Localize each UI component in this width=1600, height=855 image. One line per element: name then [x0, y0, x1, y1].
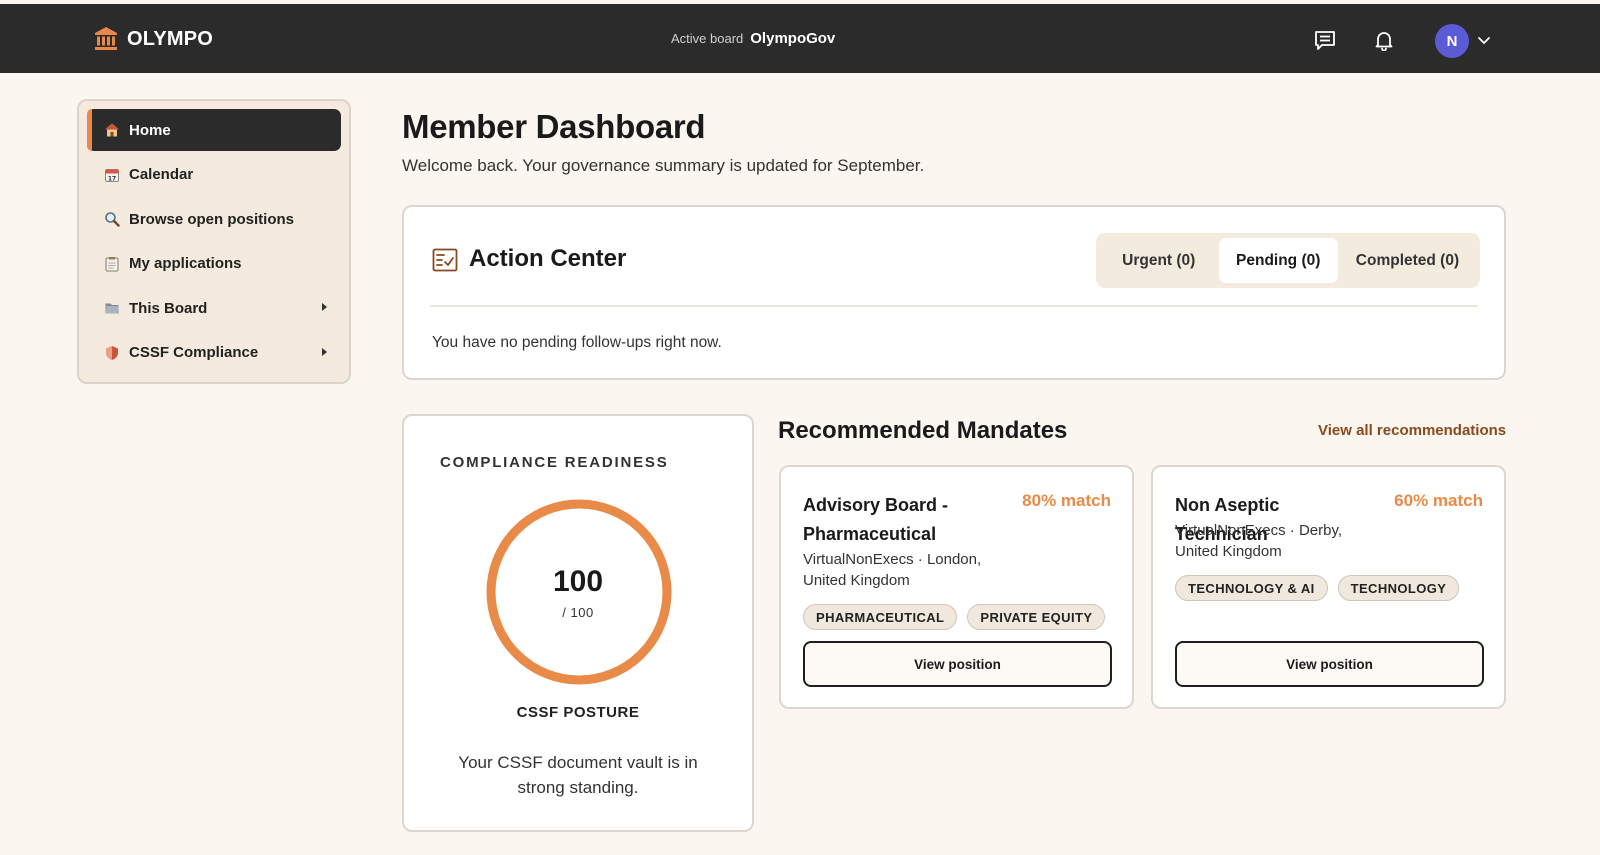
sidebar-item-home[interactable]: Home — [87, 109, 341, 151]
tab-urgent[interactable]: Urgent (0) — [1101, 238, 1217, 283]
compliance-heading: COMPLIANCE READINESS — [440, 454, 669, 471]
posture-label: CSSF POSTURE — [516, 704, 640, 721]
action-center-title: Action Center — [469, 245, 627, 272]
sidebar-nav: Home 17 Calendar Browse open positions M… — [77, 99, 351, 384]
building-columns-icon — [94, 26, 118, 52]
mandate-tags: PHARMACEUTICAL PRIVATE EQUITY — [803, 604, 1106, 630]
mandate-meta: VirtualNonExecs · London, United Kingdom — [803, 551, 982, 589]
tag: TECHNOLOGY & AI — [1175, 575, 1328, 601]
sidebar-item-cssf-compliance[interactable]: CSSF Compliance — [87, 332, 341, 374]
tag: PRIVATE EQUITY — [967, 604, 1106, 630]
sidebar-item-label: CSSF Compliance — [129, 344, 259, 361]
tag: TECHNOLOGY — [1337, 575, 1460, 601]
sidebar-item-this-board[interactable]: This Board — [87, 287, 341, 329]
page-title: Member Dashboard — [402, 108, 706, 145]
view-position-button[interactable]: View position — [803, 641, 1112, 687]
sidebar-item-label: This Board — [129, 299, 208, 317]
sidebar-item-label: Calendar — [129, 166, 194, 183]
tab-completed[interactable]: Completed (0) — [1340, 238, 1475, 283]
empty-state-message: You have no pending follow-ups right now… — [432, 334, 722, 351]
active-board-selector[interactable]: Active board OlympoGov — [671, 30, 835, 47]
message-icon[interactable] — [1311, 26, 1339, 54]
clipboard-icon — [103, 255, 121, 273]
mandate-title[interactable]: Advisory Board - Pharmaceutical — [803, 491, 1003, 549]
sidebar-item-label: Home — [129, 121, 171, 139]
sidebar-item-label: Browse open positions — [129, 210, 295, 228]
caret-right-icon — [322, 303, 327, 311]
top-bar: OLYMPO Active board OlympoGov N — [0, 4, 1600, 73]
mandate-card: Non Aseptic Technician 60% match Virtual… — [1151, 465, 1506, 709]
mandate-card: Advisory Board - Pharmaceutical 80% matc… — [779, 465, 1134, 709]
app-name: OLYMPO — [127, 27, 214, 50]
compliance-score: 100 — [552, 565, 604, 598]
bell-icon[interactable] — [1370, 26, 1398, 54]
tag: PHARMACEUTICAL — [803, 604, 958, 630]
caret-right-icon — [322, 347, 327, 356]
calendar-icon: 17 — [103, 166, 121, 184]
avatar[interactable]: N — [1435, 24, 1469, 58]
compliance-score-max: / 100 — [562, 605, 594, 620]
sidebar-item-calendar[interactable]: 17 Calendar — [87, 154, 341, 196]
view-all-recommendations-link[interactable]: View all recommendations — [1318, 422, 1506, 439]
match-score: 60% match — [1394, 491, 1483, 510]
sidebar-item-my-applications[interactable]: My applications — [87, 243, 341, 285]
magnifier-icon — [103, 210, 121, 228]
match-score: 80% match — [1022, 491, 1111, 510]
app-logo[interactable]: OLYMPO — [94, 26, 213, 52]
recommended-mandates-title: Recommended Mandates — [778, 417, 1068, 444]
checklist-icon — [432, 248, 458, 272]
chevron-down-icon[interactable] — [1476, 32, 1492, 48]
page-subtitle: Welcome back. Your governance summary is… — [402, 156, 925, 175]
action-center-tabs: Urgent (0) Pending (0) Completed (0) — [1096, 233, 1480, 288]
active-board-value: OlympoGov — [750, 30, 836, 47]
mandate-tags: TECHNOLOGY & AI TECHNOLOGY — [1175, 575, 1460, 601]
action-center-card: Action Center Urgent (0) Pending (0) Com… — [402, 205, 1506, 380]
shield-icon — [103, 344, 121, 362]
view-position-button[interactable]: View position — [1175, 641, 1484, 687]
folder-icon — [103, 299, 121, 317]
mandate-meta: VirtualNonExecs · Derby, United Kingdom — [1175, 522, 1343, 560]
svg-text:17: 17 — [108, 175, 116, 182]
compliance-readiness-card: COMPLIANCE READINESS 100 / 100 CSSF POST… — [402, 414, 754, 832]
posture-description: Your CSSF document vault is in strong st… — [458, 753, 698, 797]
sidebar-item-browse-positions[interactable]: Browse open positions — [87, 198, 341, 240]
tab-pending[interactable]: Pending (0) — [1218, 238, 1338, 283]
sidebar-item-label: My applications — [129, 255, 242, 272]
divider — [430, 305, 1478, 307]
house-icon — [103, 121, 121, 139]
active-board-label: Active board — [671, 31, 744, 46]
